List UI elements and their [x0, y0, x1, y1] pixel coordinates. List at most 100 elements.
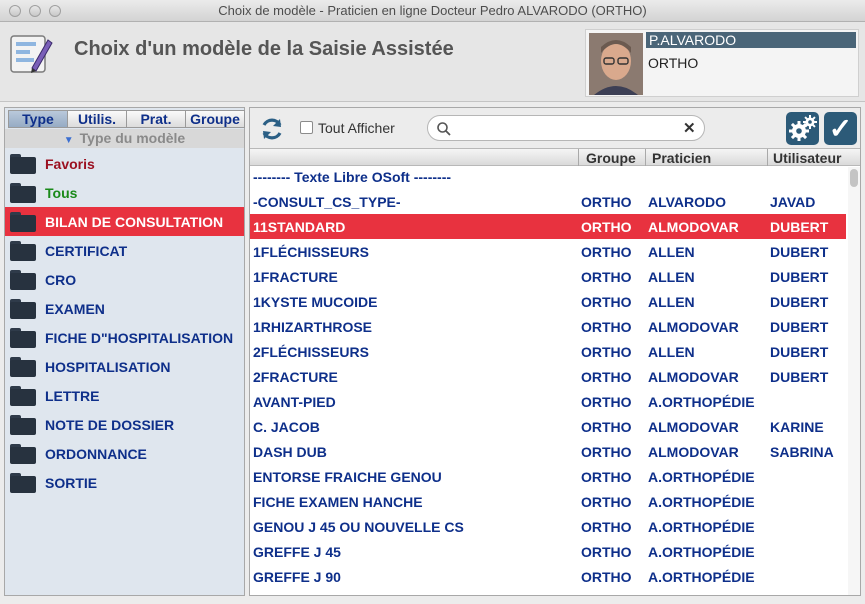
type-item[interactable]: CERTIFICAT	[5, 236, 244, 265]
table-row[interactable]: 2FRACTURE ORTHO ALMODOVAR DUBERT	[250, 364, 846, 389]
model-name: 2FRACTURE	[253, 369, 338, 385]
model-name: ENTORSE FRAICHE GENOU	[253, 469, 442, 485]
type-item[interactable]: Tous	[5, 178, 244, 207]
model-group: ORTHO	[581, 394, 632, 410]
user-specialty: ORTHO	[648, 55, 699, 71]
table-row[interactable]: 1FLÉCHISSEURS ORTHO ALLEN DUBERT	[250, 239, 846, 264]
type-label: EXAMEN	[45, 300, 105, 317]
folder-icon	[10, 182, 36, 203]
table-row[interactable]: 2FLÉCHISSEURS ORTHO ALLEN DUBERT	[250, 339, 846, 364]
form-pencil-icon	[10, 35, 53, 73]
model-name: DASH DUB	[253, 444, 327, 460]
model-praticien: ALVARODO	[648, 194, 727, 210]
model-praticien: ALMODOVAR	[648, 419, 739, 435]
tab-utilis[interactable]: Utilis.	[67, 110, 127, 128]
search-icon	[437, 122, 451, 136]
model-name: 11STANDARD	[253, 219, 346, 235]
type-label: CERTIFICAT	[45, 242, 128, 259]
window-title: Choix de modèle - Praticien en ligne Doc…	[218, 3, 647, 18]
type-column-header[interactable]: ▼ Type du modèle	[5, 129, 244, 148]
folder-icon	[10, 298, 36, 319]
table-row[interactable]: FICHE EXAMEN HANCHE ORTHO A.ORTHOPÉDIE	[250, 489, 846, 514]
separator-row: -------- Texte Libre OSoft --------	[250, 164, 846, 189]
type-item[interactable]: LETTRE	[5, 381, 244, 410]
table-row[interactable]: 1KYSTE MUCOIDE ORTHO ALLEN DUBERT	[250, 289, 846, 314]
table-row[interactable]: GREFFE J 45 ORTHO A.ORTHOPÉDIE	[250, 539, 846, 564]
table-row[interactable]: 11STANDARD ORTHO ALMODOVAR DUBERT	[250, 214, 846, 239]
model-group: ORTHO	[581, 419, 632, 435]
user-name: P.ALVARODO	[646, 32, 856, 48]
validate-button[interactable]: ✓	[824, 112, 857, 145]
model-praticien: ALLEN	[648, 344, 695, 360]
folder-icon	[10, 472, 36, 493]
checkmark-icon: ✓	[828, 113, 853, 144]
type-item[interactable]: ORDONNANCE	[5, 439, 244, 468]
model-praticien: ALMODOVAR	[648, 319, 739, 335]
model-praticien: ALMODOVAR	[648, 369, 739, 385]
search-input[interactable]	[456, 120, 676, 137]
type-label: Tous	[45, 184, 78, 201]
model-group: ORTHO	[581, 369, 632, 385]
scrollbar[interactable]	[848, 167, 860, 595]
model-name: AVANT-PIED	[253, 394, 336, 410]
model-user: DUBERT	[770, 269, 829, 285]
type-panel: Type Utilis. Prat. Groupe ▼ Type du modèl…	[4, 107, 245, 596]
table-row[interactable]: -CONSULT_CS_TYPE- ORTHO ALVARODO JAVAD	[250, 189, 846, 214]
type-label: ORDONNANCE	[45, 445, 147, 462]
show-all-checkbox[interactable]	[300, 121, 313, 134]
type-item[interactable]: HOSPITALISATION	[5, 352, 244, 381]
tab-groupe[interactable]: Groupe	[185, 110, 245, 128]
table-row[interactable]: GREFFE J 90 ORTHO A.ORTHOPÉDIE	[250, 564, 846, 589]
type-list: Favoris Tous BILAN DE CONSULTATION CERTIFIC…	[5, 149, 244, 497]
type-item[interactable]: BILAN DE CONSULTATION	[5, 207, 244, 236]
model-name: 1FRACTURE	[253, 269, 338, 285]
title-bar: Choix de modèle - Praticien en ligne Doc…	[0, 0, 865, 22]
table-row[interactable]: 1FRACTURE ORTHO ALLEN DUBERT	[250, 264, 846, 289]
table-row[interactable]: GENOU J 45 OU NOUVELLE CS ORTHO A.ORTHOPÉD…	[250, 514, 846, 539]
model-user: DUBERT	[770, 369, 829, 385]
model-praticien: ALLEN	[648, 269, 695, 285]
model-name: -CONSULT_CS_TYPE-	[253, 194, 401, 210]
model-user: DUBERT	[770, 344, 829, 360]
model-name: GREFFE J 90	[253, 569, 341, 585]
scroll-thumb[interactable]	[850, 169, 858, 187]
model-praticien: ALMODOVAR	[648, 219, 739, 235]
type-label: BILAN DE CONSULTATION	[45, 213, 224, 230]
table-row[interactable]: ENTORSE FRAICHE GENOU ORTHO A.ORTHOPÉDIE	[250, 464, 846, 489]
type-item[interactable]: NOTE DE DOSSIER	[5, 410, 244, 439]
model-name: 1KYSTE MUCOIDE	[253, 294, 378, 310]
model-name: GENOU J 45 OU NOUVELLE CS	[253, 519, 464, 535]
model-user: KARINE	[770, 419, 824, 435]
refresh-icon[interactable]	[259, 116, 285, 142]
toolbar: Tout Afficher ✕ ✓	[250, 108, 860, 148]
model-name: FICHE EXAMEN HANCHE	[253, 494, 423, 510]
settings-button[interactable]	[786, 112, 819, 145]
type-label: NOTE DE DOSSIER	[45, 416, 175, 433]
show-all-label: Tout Afficher	[318, 120, 395, 136]
model-group: ORTHO	[581, 469, 632, 485]
model-group: ORTHO	[581, 319, 632, 335]
model-praticien: A.ORTHOPÉDIE	[648, 569, 755, 585]
model-praticien: ALLEN	[648, 294, 695, 310]
table-row[interactable]: DASH DUB ORTHO ALMODOVAR SABRINA	[250, 439, 846, 464]
type-item[interactable]: CRO	[5, 265, 244, 294]
table-row[interactable]: 1RHIZARTHROSE ORTHO ALMODOVAR DUBERT	[250, 314, 846, 339]
model-group: ORTHO	[581, 344, 632, 360]
folder-icon	[10, 327, 36, 348]
table-row[interactable]: AVANT-PIED ORTHO A.ORTHOPÉDIE	[250, 389, 846, 414]
tab-type[interactable]: Type	[8, 110, 68, 128]
tab-prat[interactable]: Prat.	[126, 110, 186, 128]
table-row[interactable]: C. JACOB ORTHO ALMODOVAR KARINE	[250, 414, 846, 439]
type-item[interactable]: FICHE D"HOSPITALISATION	[5, 323, 244, 352]
type-item[interactable]: Favoris	[5, 149, 244, 178]
avatar	[589, 33, 643, 95]
folder-icon	[10, 414, 36, 435]
type-item[interactable]: EXAMEN	[5, 294, 244, 323]
type-item[interactable]: SORTIE	[5, 468, 244, 497]
type-label: SORTIE	[45, 474, 98, 491]
user-card: P.ALVARODO ORTHO	[585, 29, 859, 97]
clear-search-icon[interactable]: ✕	[683, 119, 696, 137]
model-name: 1FLÉCHISSEURS	[253, 244, 369, 260]
model-group: ORTHO	[581, 519, 632, 535]
model-user: DUBERT	[770, 219, 829, 235]
